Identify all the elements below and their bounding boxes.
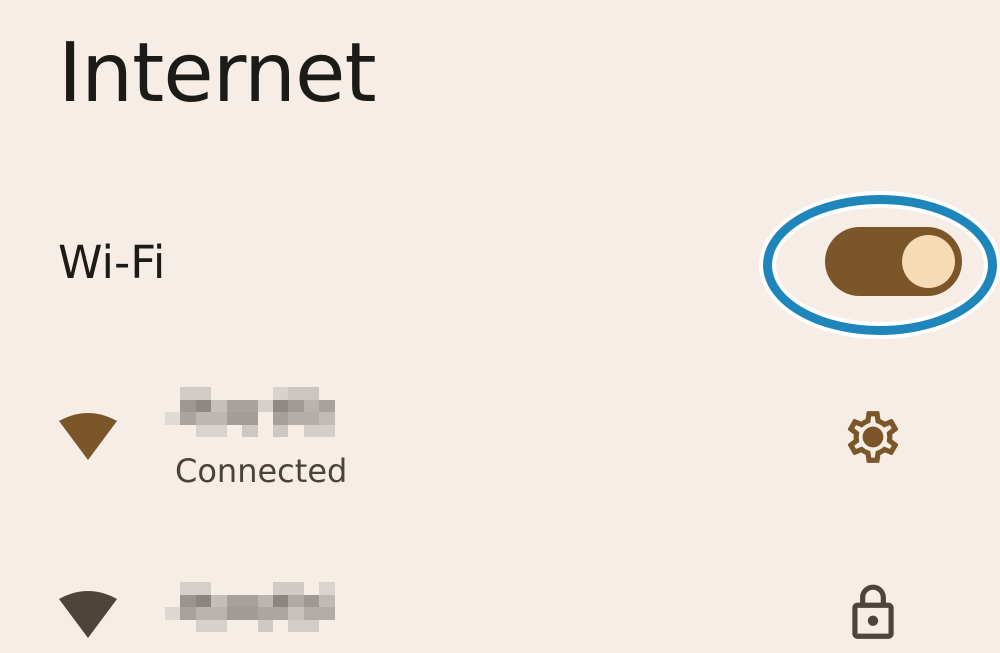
wifi-signal-icon	[59, 591, 117, 638]
page-title: Internet	[58, 26, 377, 121]
network-list-item[interactable]	[0, 578, 1000, 653]
network-status: Connected	[175, 452, 348, 490]
gear-icon[interactable]	[842, 406, 904, 468]
network-list-item[interactable]: Connected	[0, 382, 1000, 502]
network-ssid-redacted	[165, 582, 350, 632]
wifi-signal-icon	[59, 413, 117, 460]
wifi-label: Wi-Fi	[58, 236, 166, 289]
highlight-circle-annotation	[763, 195, 997, 335]
network-ssid-redacted	[165, 387, 350, 437]
lock-icon	[852, 584, 894, 639]
